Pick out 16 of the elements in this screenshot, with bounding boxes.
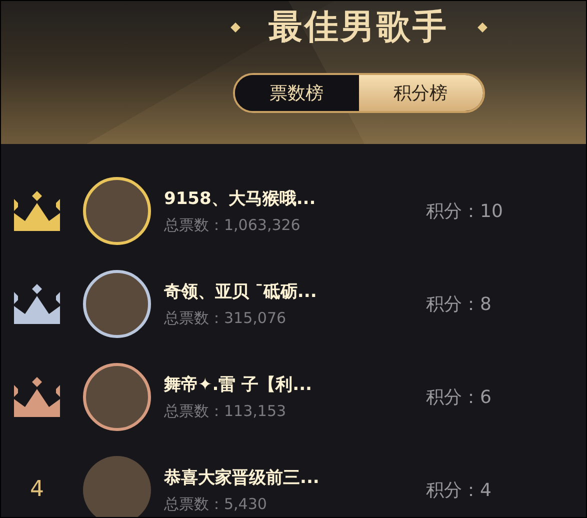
page-title: 最佳男歌手 <box>268 6 448 49</box>
tab[interactable]: 积分榜 <box>358 75 482 111</box>
total-votes: 总票数：1,063,326 <box>164 216 302 234</box>
singer-name: 奇领、亚贝 ˉ砥砺... <box>164 280 318 302</box>
score: 积分：8 <box>426 292 492 316</box>
rank-number: 4 <box>30 477 44 502</box>
total-votes: 总票数：113,153 <box>164 402 288 420</box>
tab[interactable]: 票数榜 <box>234 75 358 111</box>
singer-name: 恭喜大家晋级前三... <box>164 466 320 488</box>
score: 积分：4 <box>426 478 492 502</box>
singer-name: 舞帝✦.雷 子【利... <box>164 374 313 396</box>
total-votes: 总票数：315,076 <box>164 308 288 328</box>
score: 积分：6 <box>426 386 492 408</box>
singer-name: 9158、大马猴哦... <box>164 188 317 210</box>
total-votes: 总票数：5,430 <box>164 494 268 514</box>
score: 积分：10 <box>426 200 503 222</box>
